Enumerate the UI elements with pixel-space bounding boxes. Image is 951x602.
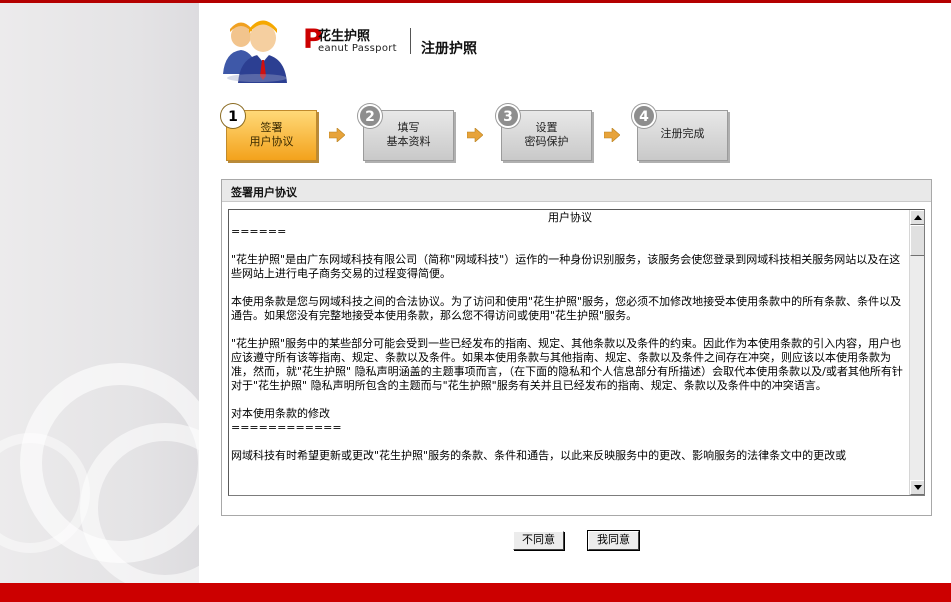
agreement-panel: 签署用户协议 用户协议 ====== "花生护照"是由广东网域科技有限公司（简称…	[221, 179, 932, 516]
page-title: 注册护照	[421, 41, 477, 57]
step-label: 签署 用户协议	[227, 121, 316, 149]
step-label-line2: 基本资料	[386, 135, 431, 148]
logo-chinese-name: 花生护照	[318, 29, 371, 44]
scrollbar-thumb[interactable]	[910, 225, 924, 256]
step-3-set-password-protection: 3 设置 密码保护	[496, 104, 592, 161]
logo-divider	[410, 28, 411, 54]
step-4-registration-complete: 4 注册完成	[632, 104, 728, 161]
vertical-scrollbar[interactable]	[909, 210, 924, 495]
triangle-up-icon	[914, 215, 922, 220]
arrow-right-icon	[604, 128, 620, 142]
triangle-down-icon	[914, 485, 922, 490]
bottom-red-bar	[0, 583, 951, 602]
step-number: 4	[632, 104, 656, 128]
agreement-heading: 用户协议	[548, 211, 592, 224]
scroll-up-button[interactable]	[910, 210, 924, 225]
left-decorative-panel	[0, 3, 199, 583]
agreement-paragraph: 网域科技有时希望更新或更改"花生护照"服务的条款、条件和通告，以此来反映服务中的…	[231, 449, 847, 462]
separator-line: ============	[231, 421, 342, 434]
panel-title: 签署用户协议	[231, 186, 297, 199]
step-label-line1: 注册完成	[660, 127, 705, 140]
step-label-line2: 用户协议	[249, 135, 294, 148]
step-label-line1: 设置	[535, 121, 558, 134]
step-label-line2: 密码保护	[524, 135, 569, 148]
registration-steps: 1 签署 用户协议 2 填写 基本资料 3 设置 密码保护 4 注册完成	[221, 104, 743, 164]
arrow-right-icon	[467, 128, 483, 142]
agree-button[interactable]: 我同意	[587, 530, 640, 551]
header: P 花生护照 eanut Passport 注册护照	[199, 3, 951, 98]
step-label: 填写 基本资料	[364, 121, 453, 149]
arrow-right-icon	[329, 128, 345, 142]
agreement-textarea[interactable]: 用户协议 ====== "花生护照"是由广东网域科技有限公司（简称"网域科技"）…	[228, 209, 925, 496]
step-label: 注册完成	[638, 127, 727, 141]
disagree-button[interactable]: 不同意	[513, 531, 564, 550]
logo-english-name: eanut Passport	[318, 43, 397, 54]
step-2-fill-info: 2 填写 基本资料	[358, 104, 454, 161]
separator-line: ======	[231, 225, 287, 238]
panel-header: 签署用户协议	[222, 180, 931, 202]
scroll-down-button[interactable]	[910, 480, 924, 495]
step-1-sign-agreement: 1 签署 用户协议	[221, 104, 317, 161]
step-label-line1: 签署	[260, 121, 283, 134]
agreement-subheading: 对本使用条款的修改	[231, 407, 330, 420]
agreement-paragraph: "花生护照"是由广东网域科技有限公司（简称"网域科技"）运作的一种身份识别服务，…	[231, 253, 901, 280]
step-label-line1: 填写	[397, 121, 420, 134]
step-label: 设置 密码保护	[502, 121, 591, 149]
agreement-paragraph: 本使用条款是您与网域科技之间的合法协议。为了访问和使用"花生护照"服务，您必须不…	[231, 295, 902, 322]
agreement-text: 用户协议 ====== "花生护照"是由广东网域科技有限公司（简称"网域科技"）…	[231, 211, 909, 463]
logo-letter: P	[303, 24, 323, 55]
users-icon	[223, 20, 287, 83]
agreement-paragraph: "花生护照"服务中的某些部分可能会受到一些已经发布的指南、规定、其他条款以及条件…	[231, 337, 903, 392]
